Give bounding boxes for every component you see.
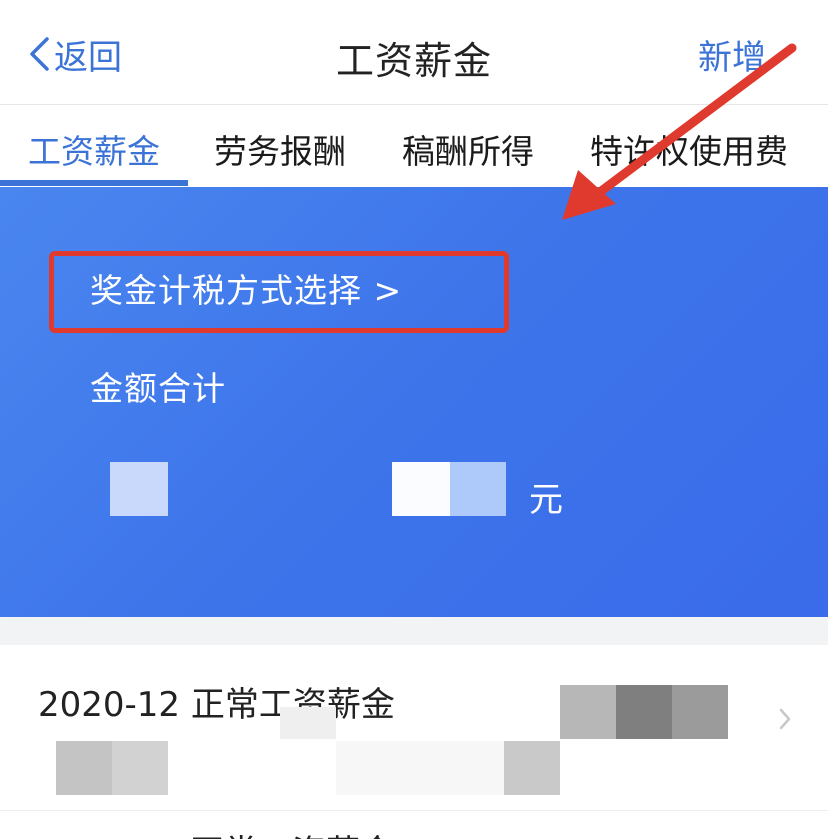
tab-salary[interactable]: 工资薪金 [28, 125, 160, 173]
section-divider [0, 617, 828, 645]
chevron-right-icon [779, 708, 791, 730]
redacted-block [616, 685, 672, 739]
annotation-highlight-box [49, 251, 509, 333]
redacted-block [280, 707, 336, 739]
record-title: 正常工资薪金 [190, 825, 394, 839]
redacted-block [450, 462, 506, 516]
currency-unit: 元 [529, 480, 563, 520]
redacted-block [112, 741, 168, 795]
list-item[interactable]: 2020-12 正常工资薪金 [0, 645, 828, 811]
total-amount-label: 金额合计 [90, 369, 226, 408]
active-tab-indicator [0, 180, 188, 186]
redacted-block [560, 685, 616, 739]
redacted-block [672, 685, 728, 739]
top-navbar: 返回 工资薪金 新增 [0, 0, 828, 105]
redacted-block [56, 741, 112, 795]
tab-labor-remuneration[interactable]: 劳务报酬 [214, 125, 346, 173]
income-type-tabs: 工资薪金 劳务报酬 稿酬所得 特许权使用费 [0, 105, 828, 187]
tab-author-remuneration[interactable]: 稿酬所得 [402, 125, 534, 173]
redacted-block [110, 462, 168, 516]
add-button[interactable]: 新增 [698, 30, 766, 79]
redacted-block [392, 462, 450, 516]
redacted-block [336, 741, 504, 795]
tab-royalties[interactable]: 特许权使用费 [590, 125, 788, 173]
redacted-block [504, 741, 560, 795]
record-title: 2020-12 正常工资薪金 [38, 685, 395, 725]
list-item[interactable]: 正常工资薪金 [0, 811, 828, 839]
